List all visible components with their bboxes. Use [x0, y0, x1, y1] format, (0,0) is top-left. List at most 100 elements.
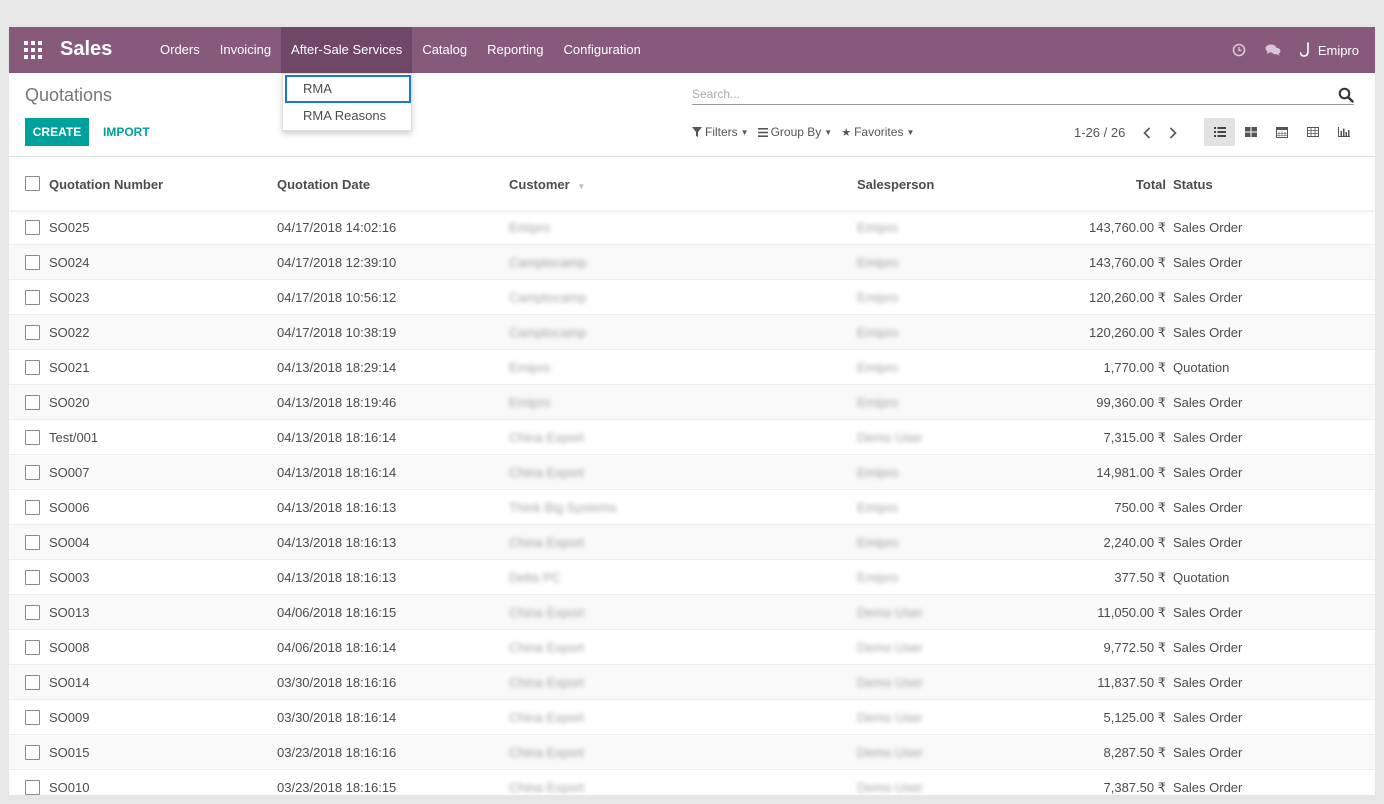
clock-icon[interactable] [1231, 42, 1247, 58]
table-row[interactable]: SO008 04/06/2018 18:16:14 China Export Demo… [9, 630, 1375, 665]
table-row[interactable]: Test/001 04/13/2018 18:16:14 China Export D… [9, 420, 1375, 455]
table-row[interactable]: SO025 04/17/2018 14:02:16 Emipro Emipro 143,… [9, 210, 1375, 245]
quotation-number-cell: Test/001 [49, 430, 99, 445]
user-name: Emipro [1317, 42, 1359, 58]
row-checkbox[interactable] [25, 395, 40, 410]
total-cell: 7,315.00 ₹ [1103, 430, 1167, 445]
dropdown-item-rma-reasons[interactable]: RMA Reasons [285, 103, 411, 131]
customer-cell: China Export [509, 780, 585, 795]
bars-icon [757, 127, 768, 137]
pivot-view-icon[interactable] [1297, 118, 1328, 146]
menu-configuration[interactable]: Configuration [554, 27, 651, 73]
calendar-view-icon[interactable] [1266, 118, 1297, 146]
quotation-number-cell: SO020 [49, 395, 90, 410]
group-by-label: Group By [770, 125, 822, 139]
quotation-date-cell: 04/13/2018 18:16:13 [277, 535, 397, 550]
quotation-date-cell: 04/13/2018 18:16:14 [277, 430, 397, 445]
column-header-status[interactable]: Status [1173, 177, 1213, 192]
row-checkbox[interactable] [25, 780, 40, 795]
menu-invoicing[interactable]: Invoicing [210, 27, 281, 73]
table-row[interactable]: SO022 04/17/2018 10:38:19 Camptocamp Emipro… [9, 315, 1375, 350]
quotation-number-cell: SO024 [49, 255, 90, 270]
row-checkbox[interactable] [25, 675, 40, 690]
select-all-checkbox[interactable] [25, 176, 40, 191]
quotation-number-cell: SO008 [49, 640, 90, 655]
table-row[interactable]: SO024 04/17/2018 12:39:10 Camptocamp Emipro… [9, 245, 1375, 280]
row-checkbox[interactable] [25, 570, 40, 585]
star-icon: ★ [841, 126, 852, 139]
table-row[interactable]: SO020 04/13/2018 18:19:46 Emipro Emipro 99,3… [9, 385, 1375, 420]
kanban-view-icon[interactable] [1235, 118, 1266, 146]
total-cell: 99,360.00 ₹ [1096, 395, 1166, 410]
salesperson-cell: Emipro [857, 255, 899, 270]
favorites-dropdown[interactable]: ★ Favorites ▼ [841, 125, 914, 139]
pager-value[interactable]: 1-26 / 26 [1074, 125, 1125, 140]
total-cell: 143,760.00 ₹ [1089, 255, 1166, 270]
quotation-number-cell: SO022 [49, 325, 90, 340]
total-cell: 8,287.50 ₹ [1103, 745, 1167, 760]
pager-next-icon[interactable] [1163, 121, 1183, 145]
row-checkbox[interactable] [25, 290, 40, 305]
quotation-date-cell: 04/13/2018 18:16:13 [277, 500, 397, 515]
user-menu[interactable]: Emipro [1299, 42, 1359, 58]
row-checkbox[interactable] [25, 465, 40, 480]
column-header-salesperson[interactable]: Salesperson [857, 177, 934, 192]
pager-previous-icon[interactable] [1137, 121, 1157, 145]
table-row[interactable]: SO007 04/13/2018 18:16:14 China Export Emip… [9, 455, 1375, 490]
row-checkbox[interactable] [25, 500, 40, 515]
table-row[interactable]: SO009 03/30/2018 18:16:14 China Export Demo… [9, 700, 1375, 735]
table-row[interactable]: SO010 03/23/2018 18:16:15 China Export Demo… [9, 770, 1375, 795]
create-button[interactable]: CREATE [25, 118, 89, 146]
total-cell: 11,837.50 ₹ [1097, 675, 1166, 690]
row-checkbox[interactable] [25, 430, 40, 445]
row-checkbox[interactable] [25, 360, 40, 375]
customer-cell: China Export [509, 605, 585, 620]
table-body: SO025 04/17/2018 14:02:16 Emipro Emipro 143,… [9, 210, 1375, 795]
column-header-total[interactable]: Total [1136, 177, 1166, 192]
table-row[interactable]: SO023 04/17/2018 10:56:12 Camptocamp Emipro… [9, 280, 1375, 315]
column-header-customer[interactable]: Customer ▼ [509, 177, 585, 192]
row-checkbox[interactable] [25, 640, 40, 655]
total-cell: 2,240.00 ₹ [1103, 535, 1167, 550]
row-checkbox[interactable] [25, 255, 40, 270]
quotation-number-cell: SO006 [49, 500, 90, 515]
salesperson-cell: Demo User [857, 640, 923, 655]
customer-cell: China Export [509, 675, 585, 690]
table-row[interactable]: SO004 04/13/2018 18:16:13 China Export Emip… [9, 525, 1375, 560]
quotation-date-cell: 04/13/2018 18:16:14 [277, 465, 397, 480]
table-row[interactable]: SO013 04/06/2018 18:16:15 China Export Demo… [9, 595, 1375, 630]
app-brand[interactable]: Sales [60, 38, 112, 61]
graph-view-icon[interactable] [1328, 118, 1359, 146]
table-row[interactable]: SO015 03/23/2018 18:16:16 China Export Demo… [9, 735, 1375, 770]
table-row[interactable]: SO006 04/13/2018 18:16:13 Think Big System… [9, 490, 1375, 525]
menu-reporting[interactable]: Reporting [477, 27, 553, 73]
search-input[interactable] [692, 85, 1322, 103]
row-checkbox[interactable] [25, 710, 40, 725]
menu-catalog[interactable]: Catalog [412, 27, 477, 73]
chat-icon[interactable] [1265, 42, 1281, 58]
menu-orders[interactable]: Orders [150, 27, 210, 73]
column-header-quotation-date[interactable]: Quotation Date [277, 177, 370, 192]
table-row[interactable]: SO003 04/13/2018 18:16:13 Delta PC Emipro 37… [9, 560, 1375, 595]
group-by-dropdown[interactable]: Group By ▼ [757, 125, 832, 139]
row-checkbox[interactable] [25, 535, 40, 550]
search-icon[interactable] [1338, 87, 1354, 103]
quotation-date-cell: 04/17/2018 10:56:12 [277, 290, 397, 305]
row-checkbox[interactable] [25, 325, 40, 340]
table-row[interactable]: SO014 03/30/2018 18:16:16 China Export Demo… [9, 665, 1375, 700]
row-checkbox[interactable] [25, 605, 40, 620]
row-checkbox[interactable] [25, 220, 40, 235]
app-menu-grid-icon[interactable] [24, 41, 42, 59]
status-cell: Sales Order [1173, 500, 1243, 515]
row-checkbox[interactable] [25, 745, 40, 760]
import-button[interactable]: IMPORT [95, 118, 158, 146]
total-cell: 120,260.00 ₹ [1089, 290, 1166, 305]
status-cell: Sales Order [1173, 430, 1243, 445]
dropdown-item-rma[interactable]: RMA [285, 75, 411, 103]
list-view-icon[interactable] [1204, 118, 1235, 146]
filters-dropdown[interactable]: Filters ▼ [692, 125, 749, 139]
table-row[interactable]: SO021 04/13/2018 18:29:14 Emipro Emipro 1,77… [9, 350, 1375, 385]
status-cell: Sales Order [1173, 395, 1243, 410]
column-header-quotation-number[interactable]: Quotation Number [49, 177, 163, 192]
menu-after-sale-services[interactable]: After-Sale Services [281, 27, 413, 73]
